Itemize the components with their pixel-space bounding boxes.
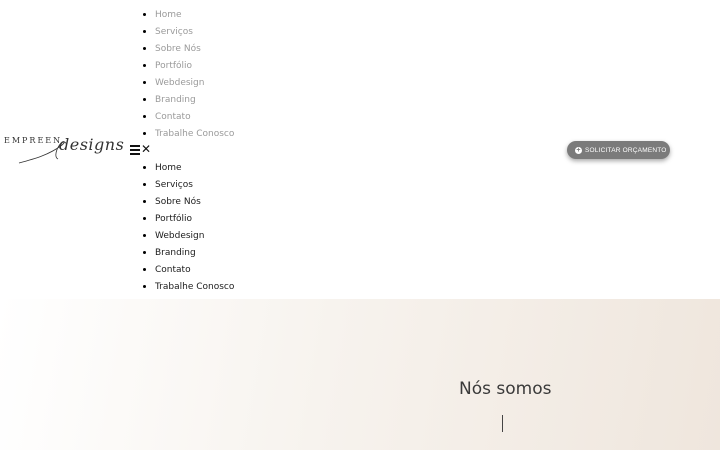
nav-item-trabalhe-conosco[interactable]: Trabalhe Conosco (155, 125, 234, 142)
nav-menu-top: Home Serviços Sobre Nós Portfólio Webdes… (155, 6, 234, 142)
nav-item-webdesign[interactable]: Webdesign (155, 74, 234, 91)
menu-toggle-button[interactable]: ✕ (130, 142, 152, 156)
brand-logo[interactable]: EMPREEN designs (4, 133, 124, 167)
nav-item-portfolio[interactable]: Portfólio (155, 57, 234, 74)
hero-section: Nós somos (0, 299, 720, 450)
plus-circle-icon: + (575, 146, 582, 154)
nav-menu-dropdown: Home Serviços Sobre Nós Portfólio Webdes… (155, 159, 234, 295)
nav-item-contato[interactable]: Contato (155, 261, 234, 278)
nav-item-trabalhe-conosco[interactable]: Trabalhe Conosco (155, 278, 234, 295)
nav-item-home[interactable]: Home (155, 6, 234, 23)
nav-item-contato[interactable]: Contato (155, 108, 234, 125)
close-icon[interactable]: ✕ (141, 142, 151, 156)
nav-item-servicos[interactable]: Serviços (155, 23, 234, 40)
request-quote-button[interactable]: + SOLICITAR ORÇAMENTO (567, 141, 670, 159)
nav-item-webdesign[interactable]: Webdesign (155, 227, 234, 244)
nav-item-sobre-nos[interactable]: Sobre Nós (155, 40, 234, 57)
nav-item-home[interactable]: Home (155, 159, 234, 176)
request-quote-label: SOLICITAR ORÇAMENTO (585, 146, 667, 154)
nav-item-sobre-nos[interactable]: Sobre Nós (155, 193, 234, 210)
logo-script-text: designs (59, 135, 125, 154)
hero-title: Nós somos (459, 379, 552, 399)
nav-item-branding[interactable]: Branding (155, 244, 234, 261)
nav-item-branding[interactable]: Branding (155, 91, 234, 108)
typing-cursor (502, 415, 503, 432)
nav-item-portfolio[interactable]: Portfólio (155, 210, 234, 227)
nav-item-servicos[interactable]: Serviços (155, 176, 234, 193)
